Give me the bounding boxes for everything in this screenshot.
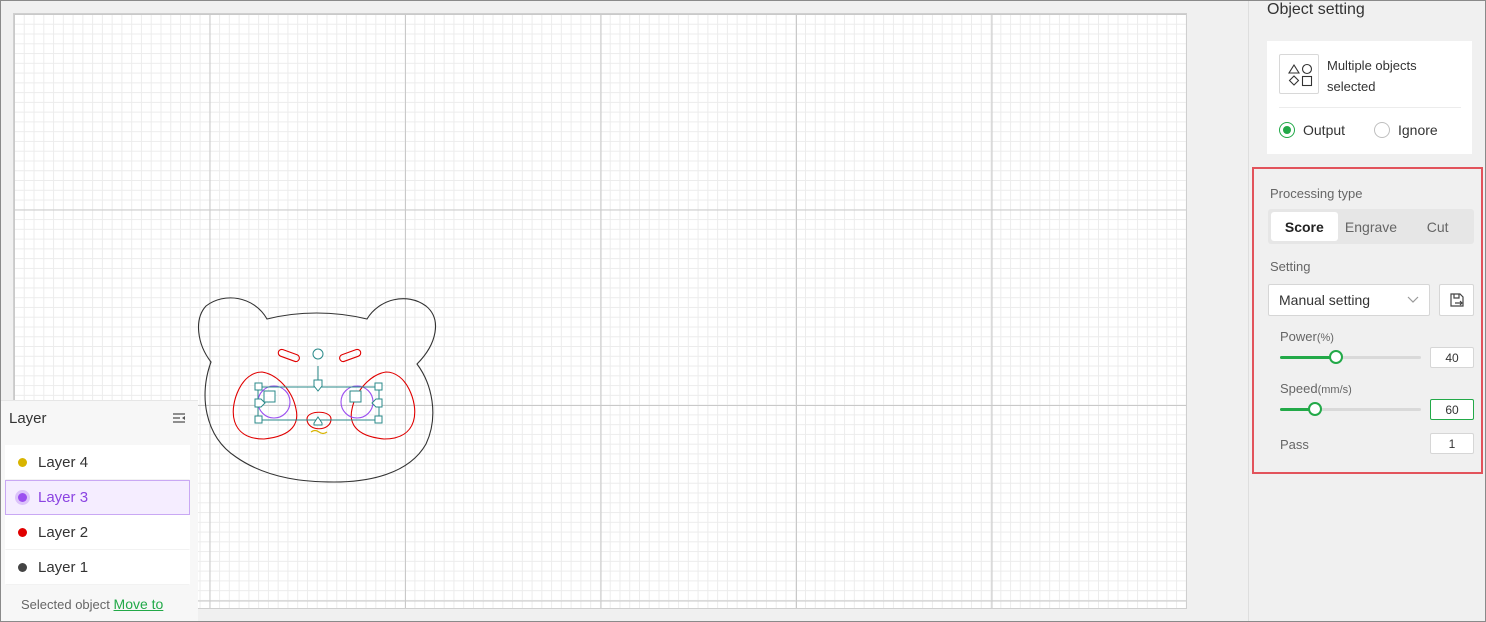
layer-list: Layer 4 Layer 3 Layer 2 Layer 1	[5, 445, 190, 585]
output-label: Output	[1303, 122, 1346, 138]
speed-unit: (mm/s)	[1317, 384, 1352, 396]
selection-box	[254, 348, 383, 426]
layer-panel-title: Layer	[9, 409, 47, 427]
layer-panel-header: Layer	[1, 401, 198, 435]
power-slider-fill	[1280, 356, 1337, 359]
power-slider-knob[interactable]	[1329, 350, 1344, 364]
layer-footer: Selected object Move to	[21, 596, 163, 612]
right-eye-patch	[350, 371, 416, 440]
layer-item-label: Layer 2	[38, 524, 89, 541]
speed-slider-knob[interactable]	[1308, 402, 1323, 416]
left-eyebrow	[277, 348, 300, 363]
layer-4-color-dot	[18, 458, 27, 467]
layer-item-label: Layer 1	[38, 559, 89, 576]
power-unit: (%)	[1316, 332, 1334, 344]
object-card: Multiple objects selected Output Ignore	[1267, 41, 1472, 154]
speed-input[interactable]	[1430, 399, 1474, 420]
selection-label: Multiple objects selected	[1327, 58, 1417, 94]
save-preset-icon	[1449, 293, 1464, 307]
left-eye-patch	[232, 371, 298, 440]
ignore-radio-indicator[interactable]	[1374, 122, 1390, 138]
layer-item-label: Layer 3	[38, 489, 89, 506]
right-panel: Object setting Multiple objects selected…	[1248, 1, 1485, 621]
setting-select[interactable]: Manual setting	[1268, 284, 1430, 316]
power-input[interactable]	[1430, 347, 1474, 368]
mouth	[310, 429, 328, 435]
ignore-radio[interactable]: Ignore	[1374, 122, 1438, 138]
setting-label: Setting	[1270, 259, 1311, 274]
selected-object-text: Selected object	[21, 597, 110, 612]
speed-label-text: Speed	[1280, 381, 1318, 396]
collapse-menu-icon[interactable]	[172, 411, 186, 425]
output-radio[interactable]: Output	[1279, 122, 1345, 138]
layer-1-color-dot	[18, 563, 27, 572]
move-to-link[interactable]: Move to	[114, 596, 164, 612]
layer-item-1[interactable]: Layer 1	[5, 550, 190, 585]
processing-type-tabs: Score Engrave Cut	[1268, 209, 1474, 244]
pass-label: Pass	[1280, 437, 1309, 452]
power-slider[interactable]	[1280, 350, 1421, 364]
layer-item-3[interactable]: Layer 3	[5, 480, 190, 515]
divider	[1279, 107, 1461, 108]
chevron-down-icon	[1407, 296, 1419, 303]
output-radio-indicator[interactable]	[1279, 122, 1295, 138]
speed-slider[interactable]	[1280, 402, 1421, 416]
tab-engrave[interactable]: Engrave	[1338, 212, 1405, 241]
power-label: Power(%)	[1280, 329, 1334, 344]
right-eyebrow	[339, 348, 362, 363]
layer-item-2[interactable]: Layer 2	[5, 515, 190, 550]
layer-2-color-dot	[18, 528, 27, 537]
layer-panel: Layer Layer 4 Layer 3 Layer 2 Layer 1 Se…	[1, 400, 198, 621]
save-preset-button[interactable]	[1439, 284, 1474, 316]
tab-score[interactable]: Score	[1271, 212, 1338, 241]
tab-cut[interactable]: Cut	[1404, 212, 1471, 241]
ignore-label: Ignore	[1398, 122, 1438, 138]
layer-item-label: Layer 4	[38, 454, 89, 471]
processing-settings-box: Processing type Score Engrave Cut Settin…	[1252, 167, 1483, 474]
object-setting-title: Object setting	[1267, 1, 1365, 18]
power-label-text: Power	[1280, 329, 1317, 344]
pass-input[interactable]	[1430, 433, 1474, 454]
setting-value: Manual setting	[1279, 292, 1371, 308]
shapes-icon	[1279, 54, 1319, 94]
speed-label: Speed(mm/s)	[1280, 381, 1352, 396]
processing-type-label: Processing type	[1270, 186, 1363, 201]
layer-3-color-dot	[18, 493, 27, 502]
layer-item-4[interactable]: Layer 4	[5, 445, 190, 480]
